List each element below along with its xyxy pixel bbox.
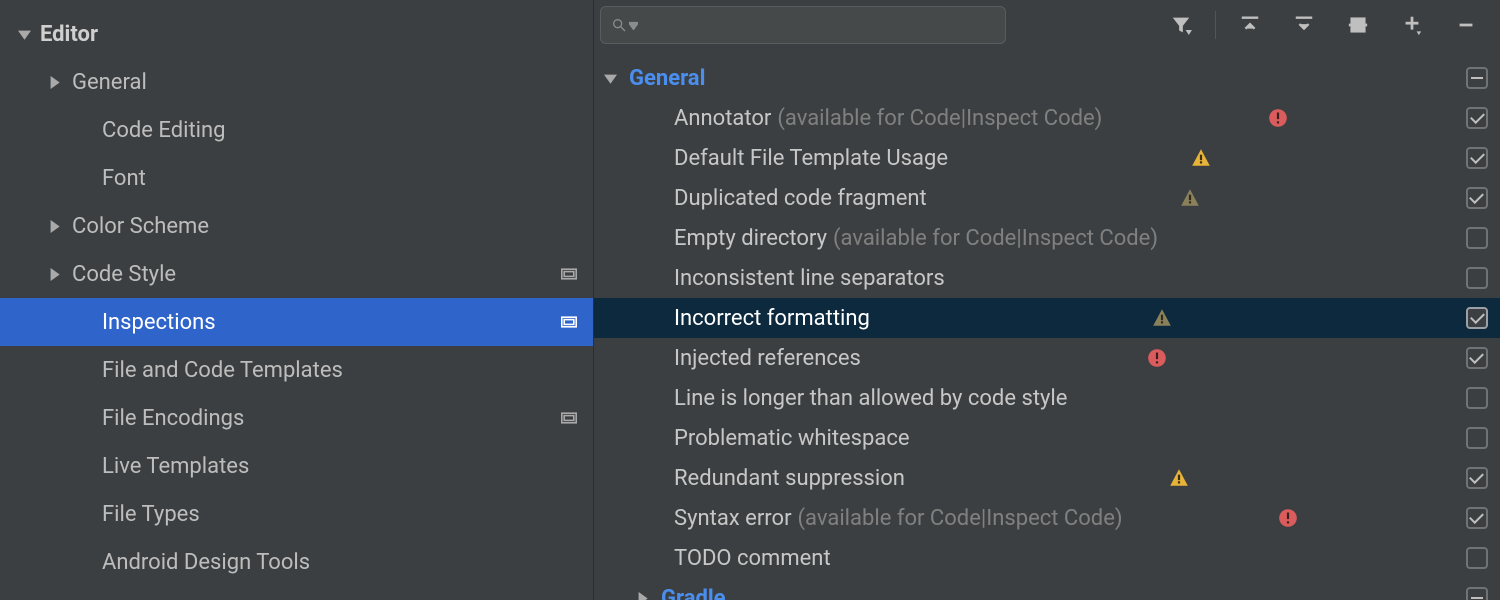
sidebar-item-general[interactable]: General xyxy=(0,58,593,106)
severity-icon xyxy=(1168,467,1190,489)
inspection-label: Injected references xyxy=(674,346,861,371)
per-project-icon xyxy=(559,266,579,282)
settings-sidebar: Editor General Code Editing Font Color Sche… xyxy=(0,0,593,600)
inspections-toolbar xyxy=(594,0,1500,52)
severity-icon xyxy=(1277,507,1299,529)
severity-icon xyxy=(1146,347,1168,369)
inspection-group-gradle[interactable]: Gradle xyxy=(594,578,1500,600)
inspection-row[interactable]: Default File Template Usage xyxy=(594,138,1500,178)
chevron-right-icon xyxy=(636,592,649,600)
chevron-down-icon xyxy=(604,72,617,85)
inspection-label: Default File Template Usage xyxy=(674,146,948,171)
inspection-row[interactable]: Empty directory (available for Code|Insp… xyxy=(594,218,1500,258)
inspection-row[interactable]: Inconsistent line separators xyxy=(594,258,1500,298)
collapse-all-button[interactable] xyxy=(1284,8,1324,42)
inspection-label: Incorrect formatting xyxy=(674,306,870,331)
inspection-checkbox[interactable] xyxy=(1466,547,1488,569)
sidebar-header-label: Editor xyxy=(40,22,579,47)
sidebar-item-label: File and Code Templates xyxy=(102,358,579,383)
inspection-checkbox[interactable] xyxy=(1466,307,1488,329)
sidebar-item-file-and-code-templates[interactable]: File and Code Templates xyxy=(0,346,593,394)
inspection-checkbox[interactable] xyxy=(1466,187,1488,209)
inspection-checkbox[interactable] xyxy=(1466,427,1488,449)
sidebar-item-label: Code Style xyxy=(72,262,559,287)
chevron-down-icon xyxy=(629,21,638,30)
expand-all-button[interactable] xyxy=(1230,8,1270,42)
inspection-label: Line is longer than allowed by code styl… xyxy=(674,386,1067,411)
sidebar-item-label: General xyxy=(72,70,579,95)
severity-icon xyxy=(1151,307,1173,329)
sidebar-item-label: Inspections xyxy=(102,310,559,335)
inspection-row[interactable]: Redundant suppression xyxy=(594,458,1500,498)
search-input[interactable] xyxy=(600,6,1006,44)
sidebar-item-font[interactable]: Font xyxy=(0,154,593,202)
inspection-checkbox[interactable] xyxy=(1466,347,1488,369)
inspection-row[interactable]: Duplicated code fragment xyxy=(594,178,1500,218)
group-checkbox[interactable] xyxy=(1466,587,1488,600)
sidebar-item-label: Font xyxy=(102,166,579,191)
sidebar-item-label: File Types xyxy=(102,502,579,527)
sidebar-item-android-design-tools[interactable]: Android Design Tools xyxy=(0,538,593,586)
inspection-label: Syntax error xyxy=(674,506,792,531)
chevron-right-icon xyxy=(46,74,62,90)
sidebar-item-code-editing[interactable]: Code Editing xyxy=(0,106,593,154)
inspection-row[interactable]: Injected references xyxy=(594,338,1500,378)
inspection-row[interactable]: Incorrect formatting xyxy=(594,298,1500,338)
inspection-label: Inconsistent line separators xyxy=(674,266,945,291)
per-project-icon xyxy=(559,314,579,330)
sidebar-section-editor[interactable]: Editor xyxy=(0,10,593,58)
inspection-label: Problematic whitespace xyxy=(674,426,910,451)
inspection-label: Duplicated code fragment xyxy=(674,186,927,211)
sidebar-item-code-style[interactable]: Code Style xyxy=(0,250,593,298)
sidebar-item-label: File Encodings xyxy=(102,406,559,431)
inspection-group-label: Gradle xyxy=(661,586,726,600)
inspection-checkbox[interactable] xyxy=(1466,227,1488,249)
inspection-checkbox[interactable] xyxy=(1466,107,1488,129)
inspection-checkbox[interactable] xyxy=(1466,387,1488,409)
inspection-note: (available for Code|Inspect Code) xyxy=(777,106,1102,131)
inspections-panel: General Annotator (available for Code|In… xyxy=(593,0,1500,600)
inspection-note: (available for Code|Inspect Code) xyxy=(833,226,1158,251)
search-icon xyxy=(611,17,627,33)
inspection-group-label: General xyxy=(629,66,705,91)
sidebar-item-color-scheme[interactable]: Color Scheme xyxy=(0,202,593,250)
filter-button[interactable] xyxy=(1161,8,1201,42)
chevron-right-icon xyxy=(46,266,62,282)
inspection-checkbox[interactable] xyxy=(1466,467,1488,489)
severity-icon xyxy=(1190,147,1212,169)
sidebar-item-file-types[interactable]: File Types xyxy=(0,490,593,538)
inspection-note: (available for Code|Inspect Code) xyxy=(798,506,1123,531)
severity-icon xyxy=(1267,107,1289,129)
inspection-row[interactable]: Annotator (available for Code|Inspect Co… xyxy=(594,98,1500,138)
sidebar-item-label: Live Templates xyxy=(102,454,579,479)
inspection-checkbox[interactable] xyxy=(1466,147,1488,169)
sidebar-item-inspections[interactable]: Inspections xyxy=(0,298,593,346)
inspection-row[interactable]: TODO comment xyxy=(594,538,1500,578)
severity-icon xyxy=(1179,187,1201,209)
inspection-label: Empty directory xyxy=(674,226,827,251)
add-button[interactable] xyxy=(1392,8,1432,42)
per-project-icon xyxy=(559,410,579,426)
sidebar-item-file-encodings[interactable]: File Encodings xyxy=(0,394,593,442)
inspection-group-general[interactable]: General xyxy=(594,58,1500,98)
group-checkbox[interactable] xyxy=(1466,67,1488,89)
inspection-label: Annotator xyxy=(674,106,771,131)
chevron-right-icon xyxy=(46,218,62,234)
sidebar-item-label: Color Scheme xyxy=(72,214,579,239)
sidebar-item-label: Android Design Tools xyxy=(102,550,579,575)
remove-button[interactable] xyxy=(1446,8,1486,42)
inspection-checkbox[interactable] xyxy=(1466,267,1488,289)
reset-button[interactable] xyxy=(1338,8,1378,42)
inspection-tree: General Annotator (available for Code|In… xyxy=(594,52,1500,600)
inspection-checkbox[interactable] xyxy=(1466,507,1488,529)
inspection-row[interactable]: Line is longer than allowed by code styl… xyxy=(594,378,1500,418)
sidebar-item-copyright[interactable]: Copyright xyxy=(0,586,593,600)
inspection-label: TODO comment xyxy=(674,546,831,571)
inspection-row[interactable]: Problematic whitespace xyxy=(594,418,1500,458)
inspection-row[interactable]: Syntax error (available for Code|Inspect… xyxy=(594,498,1500,538)
sidebar-item-label: Code Editing xyxy=(102,118,579,143)
sidebar-item-live-templates[interactable]: Live Templates xyxy=(0,442,593,490)
inspection-label: Redundant suppression xyxy=(674,466,905,491)
chevron-down-icon xyxy=(16,26,32,42)
